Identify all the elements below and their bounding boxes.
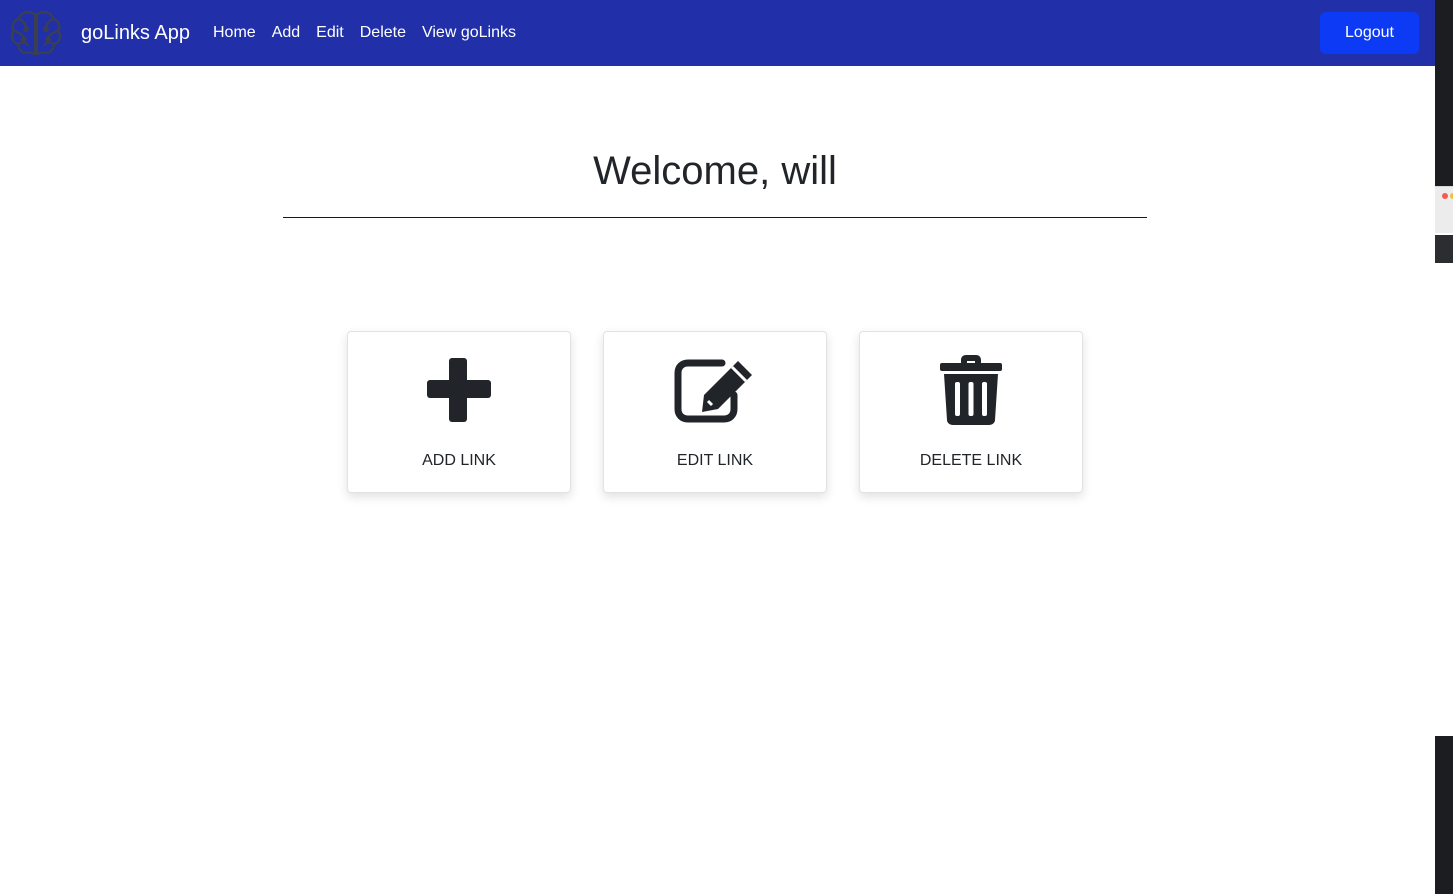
divider <box>283 217 1147 218</box>
background-window-peek <box>1435 186 1453 327</box>
nav-home[interactable]: Home <box>213 22 256 44</box>
nav-view-golinks[interactable]: View goLinks <box>422 22 516 44</box>
welcome-heading: Welcome, will <box>593 149 837 193</box>
delete-link-card[interactable]: DELETE LINK <box>859 331 1083 493</box>
add-link-label: ADD LINK <box>422 452 496 469</box>
close-dot-icon <box>1442 193 1448 199</box>
edit-icon <box>604 354 826 426</box>
nav-links: Home Add Edit Delete View goLinks <box>213 22 532 44</box>
brand-name[interactable]: goLinks App <box>81 20 190 46</box>
nav-add[interactable]: Add <box>272 22 300 44</box>
background-window-edge <box>1435 0 1453 894</box>
nav-edit[interactable]: Edit <box>316 22 344 44</box>
logout-button[interactable]: Logout <box>1320 12 1419 54</box>
page: goLinks App Home Add Edit Delete View go… <box>0 0 1435 894</box>
navbar: goLinks App Home Add Edit Delete View go… <box>0 0 1435 66</box>
add-link-card[interactable]: ADD LINK <box>347 331 571 493</box>
edit-link-card[interactable]: EDIT LINK <box>603 331 827 493</box>
trash-icon <box>860 354 1082 426</box>
delete-link-label: DELETE LINK <box>919 452 1023 469</box>
edit-link-label: EDIT LINK <box>676 452 754 469</box>
plus-icon <box>348 354 570 426</box>
brain-icon[interactable] <box>10 8 62 58</box>
nav-delete[interactable]: Delete <box>360 22 406 44</box>
